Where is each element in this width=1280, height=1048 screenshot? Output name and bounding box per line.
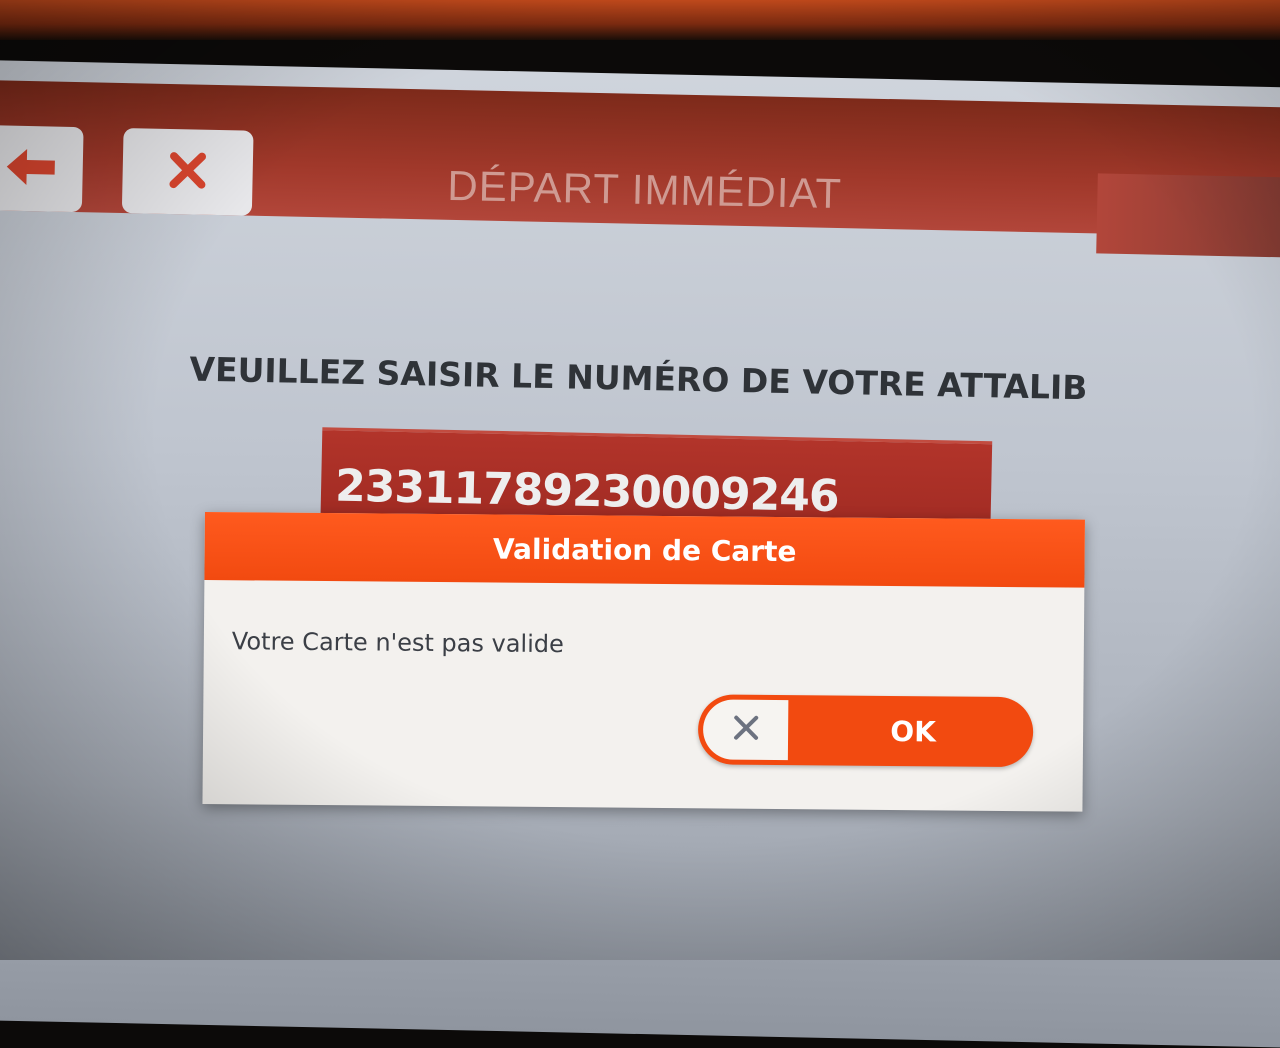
top-bar-info xyxy=(1096,173,1280,258)
dialog-header: Validation de Carte xyxy=(204,512,1085,588)
arrow-left-icon xyxy=(2,144,59,193)
back-button[interactable] xyxy=(0,124,84,213)
kiosk-bezel xyxy=(0,0,1280,40)
top-bar: DÉPART IMMÉDIAT xyxy=(0,79,1280,258)
close-button[interactable] xyxy=(121,128,254,216)
page-title: DÉPART IMMÉDIAT xyxy=(446,161,843,218)
dialog-action-toggle: OK xyxy=(697,694,1034,768)
close-icon xyxy=(730,713,760,747)
dialog-ok-button[interactable]: OK xyxy=(793,695,1034,767)
dialog-message: Votre Carte n'est pas valide xyxy=(231,627,564,659)
dialog-cancel-button[interactable] xyxy=(702,699,789,761)
validation-dialog: Validation de Carte Votre Carte n'est pa… xyxy=(202,512,1085,812)
dialog-title: Validation de Carte xyxy=(492,532,797,568)
close-icon xyxy=(167,149,208,194)
instruction-text: VEUILLEZ SAISIR LE NUMÉRO DE VOTRE ATTAL… xyxy=(189,349,1088,408)
